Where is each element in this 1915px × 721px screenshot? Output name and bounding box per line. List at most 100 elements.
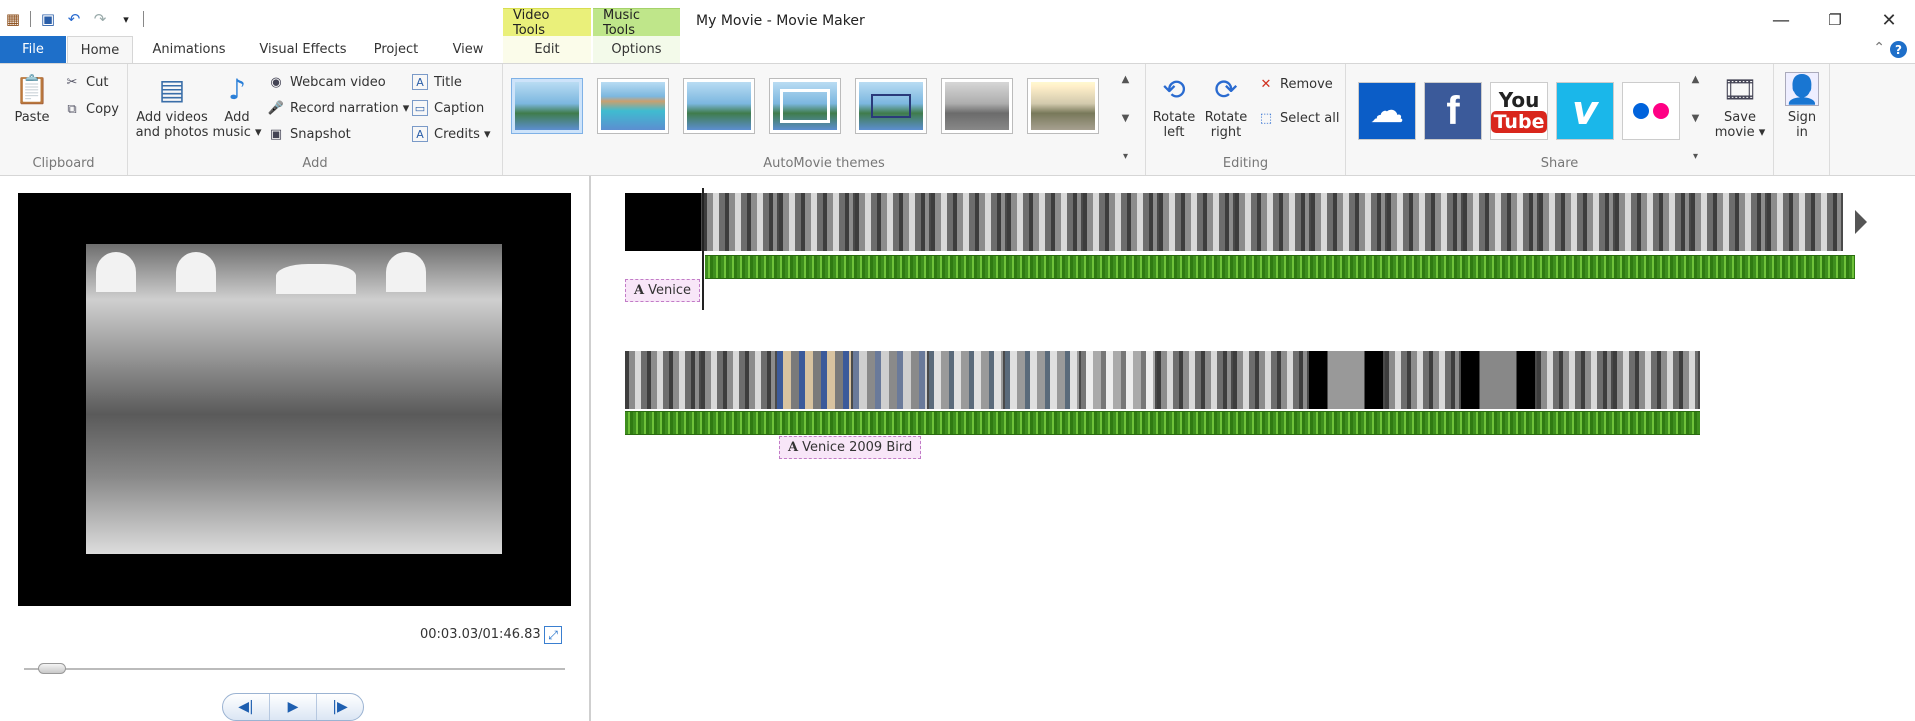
- video-clip-row2[interactable]: [625, 351, 1700, 409]
- previous-frame-button[interactable]: ◀|: [223, 694, 270, 720]
- record-narration-button[interactable]: 🎤 Record narration ▾: [268, 100, 409, 116]
- vimeo-share-button[interactable]: v: [1556, 82, 1614, 140]
- theme-thumbnail[interactable]: [511, 78, 583, 134]
- playback-controls: ◀| ▶ |▶: [222, 693, 364, 721]
- theme-thumbnail[interactable]: [769, 78, 841, 134]
- theme-thumbnail[interactable]: [941, 78, 1013, 134]
- add-music-line1: Add: [224, 110, 250, 125]
- tab-project[interactable]: Project: [366, 36, 426, 63]
- redo-icon[interactable]: ↷: [91, 10, 109, 28]
- onedrive-share-button[interactable]: ☁: [1358, 82, 1416, 140]
- theme-preview-image: [515, 82, 579, 130]
- theme-thumbnail[interactable]: [855, 78, 927, 134]
- fullscreen-preview-icon[interactable]: ⤢: [544, 626, 562, 644]
- close-button[interactable]: ✕: [1867, 6, 1911, 34]
- preview-timecode: 00:03.03/01:46.83: [420, 627, 541, 642]
- scroll-down-icon[interactable]: ▼: [1122, 113, 1130, 124]
- clipboard-group-label: Clipboard: [32, 156, 95, 171]
- microphone-icon: 🎤: [267, 100, 285, 116]
- seek-bar[interactable]: [24, 663, 565, 674]
- facebook-share-button[interactable]: f: [1424, 82, 1482, 140]
- storyboard-pane: A Venice A Venice 2009 Bird: [591, 176, 1915, 721]
- restore-button[interactable]: ❐: [1813, 6, 1857, 34]
- video-frame: [1157, 351, 1233, 409]
- webcam-icon: ◉: [270, 74, 282, 90]
- theme-thumbnail[interactable]: [1027, 78, 1099, 134]
- title-button[interactable]: A Title: [412, 74, 462, 90]
- app-film-icon[interactable]: ▦: [4, 10, 22, 28]
- add-music-line2: music ▾: [212, 125, 262, 140]
- umbrella-shape: [386, 252, 426, 292]
- automovie-themes-group: ▲ ▼ ▾ AutoMovie themes: [503, 64, 1146, 175]
- sign-in-group: 👤 Sign in: [1774, 64, 1830, 175]
- tab-options[interactable]: Options: [593, 36, 680, 63]
- automovie-themes-label: AutoMovie themes: [763, 156, 885, 171]
- remove-button[interactable]: ✕ Remove: [1258, 76, 1333, 92]
- tent-shape: [276, 264, 356, 294]
- tab-home[interactable]: Home: [67, 36, 133, 63]
- video-clip-row1[interactable]: [625, 193, 1855, 251]
- play-button[interactable]: ▶: [270, 694, 317, 720]
- webcam-video-button[interactable]: ◉ Webcam video: [268, 74, 385, 90]
- theme-thumbnail[interactable]: [683, 78, 755, 134]
- video-frame: [1539, 193, 1615, 251]
- video-frame: [625, 351, 701, 409]
- themes-gallery-scroller[interactable]: ▲ ▼ ▾: [1118, 74, 1133, 162]
- row-continues-arrow-icon: [1855, 210, 1867, 234]
- theme-preview-image: [859, 82, 923, 130]
- sign-in-button[interactable]: 👤 Sign in: [1780, 72, 1824, 140]
- preview-monitor[interactable]: [18, 193, 571, 606]
- music-track-row1[interactable]: [705, 255, 1855, 279]
- next-frame-button[interactable]: |▶: [317, 694, 363, 720]
- rotate-left-button[interactable]: ⟲ Rotate left: [1152, 72, 1196, 140]
- video-frame: [1767, 193, 1843, 251]
- tab-animations[interactable]: Animations: [144, 36, 234, 63]
- umbrella-shape: [96, 252, 136, 292]
- clipboard-group: 📋 Paste ✂ Cut ⧉ Copy Clipboard: [0, 64, 128, 175]
- credits-button[interactable]: A Credits ▾: [412, 126, 491, 142]
- cloud-icon: ☁: [1370, 91, 1404, 131]
- scroll-down-icon[interactable]: ▼: [1692, 113, 1700, 124]
- share-gallery-scroller[interactable]: ▲ ▼ ▾: [1688, 74, 1703, 162]
- flickr-pink-dot-icon: [1653, 103, 1669, 119]
- paste-button[interactable]: 📋 Paste: [8, 72, 56, 125]
- caption-button[interactable]: ▭ Caption: [412, 100, 484, 116]
- remove-x-icon: ✕: [1260, 76, 1272, 92]
- minimize-ribbon-icon[interactable]: ⌃: [1873, 40, 1885, 56]
- title-clip[interactable]: [625, 193, 703, 251]
- video-tools-context-label: Video Tools: [503, 8, 591, 38]
- tab-edit[interactable]: Edit: [503, 36, 591, 63]
- scroll-up-icon[interactable]: ▲: [1122, 74, 1130, 85]
- caption-venice-text: Venice: [648, 283, 691, 298]
- playhead-indicator[interactable]: [702, 188, 704, 310]
- save-movie-button[interactable]: 🎞 Save movie ▾: [1714, 72, 1766, 140]
- select-all-label: Select all: [1280, 110, 1340, 126]
- tab-file[interactable]: File: [0, 36, 66, 63]
- minimize-button[interactable]: —: [1759, 6, 1803, 34]
- rotate-right-button[interactable]: ⟳ Rotate right: [1204, 72, 1248, 140]
- tab-visual-effects[interactable]: Visual Effects: [248, 36, 358, 63]
- caption-venice-2009-bird[interactable]: A Venice 2009 Bird: [779, 436, 922, 459]
- caption-venice[interactable]: A Venice: [625, 279, 700, 302]
- copy-button[interactable]: ⧉ Copy: [64, 101, 119, 117]
- select-all-button[interactable]: ⬚ Select all: [1258, 110, 1340, 126]
- save-icon[interactable]: ▣: [39, 10, 57, 28]
- seek-thumb[interactable]: [38, 663, 67, 674]
- undo-icon[interactable]: ↶: [65, 10, 83, 28]
- cut-button[interactable]: ✂ Cut: [64, 74, 109, 90]
- flickr-share-button[interactable]: [1622, 82, 1680, 140]
- scroll-up-icon[interactable]: ▲: [1692, 74, 1700, 85]
- video-frame: [1463, 193, 1539, 251]
- tab-view[interactable]: View: [442, 36, 494, 63]
- snapshot-button[interactable]: ▣ Snapshot: [268, 126, 351, 142]
- add-music-button[interactable]: ♪ Add music ▾: [212, 72, 262, 140]
- youtube-share-button[interactable]: You Tube: [1490, 82, 1548, 140]
- help-icon[interactable]: ?: [1890, 41, 1907, 58]
- add-videos-and-photos-button[interactable]: ▤ Add videos and photos: [134, 72, 210, 140]
- rotate-right-line1: Rotate: [1204, 110, 1248, 125]
- music-track-row2[interactable]: [625, 411, 1700, 435]
- video-frame: [1233, 351, 1309, 409]
- copy-label: Copy: [86, 101, 119, 117]
- theme-thumbnail[interactable]: [597, 78, 669, 134]
- customize-qat-chevron-icon[interactable]: ▾: [117, 10, 135, 28]
